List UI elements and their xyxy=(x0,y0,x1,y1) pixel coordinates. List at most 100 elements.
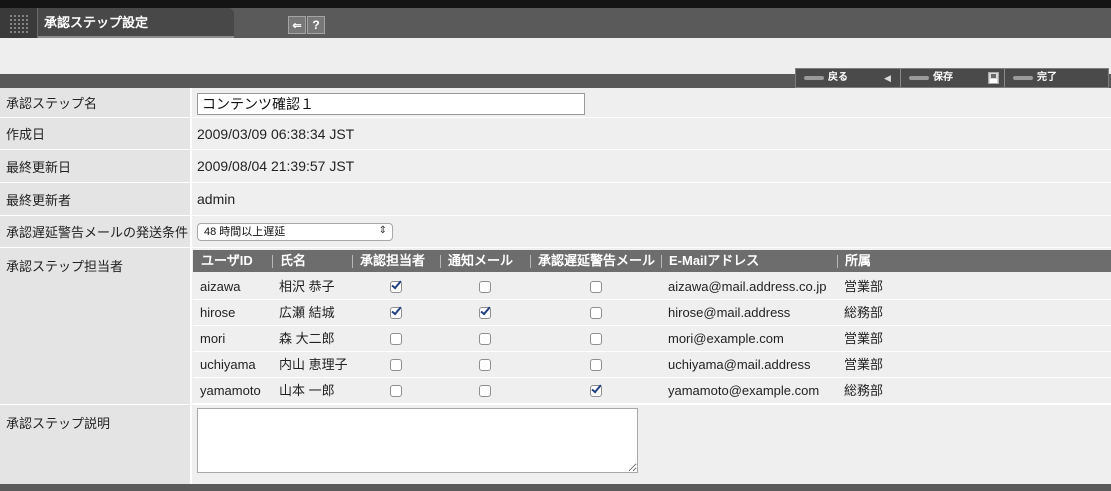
column-header-approver: 承認担当者 xyxy=(352,250,440,272)
updated-by-label: 最終更新者 xyxy=(0,183,190,215)
updated-cell: 2009/08/04 21:39:57 JST xyxy=(192,150,1111,182)
delay-warning-checkbox[interactable] xyxy=(589,382,602,397)
toolbar-buttons: 戻る 保存 完了 xyxy=(795,68,1109,88)
description-label: 承認ステップ説明 xyxy=(0,405,190,484)
back-button[interactable]: 戻る xyxy=(796,69,899,87)
column-header-department: 所属 xyxy=(837,250,1111,272)
step-name-input[interactable] xyxy=(197,93,585,115)
department-cell: 総務部 xyxy=(844,305,884,320)
delay-warning-checkbox[interactable] xyxy=(589,306,602,319)
email-cell: aizawa@mail.address.co.jp xyxy=(668,279,827,294)
save-icon xyxy=(988,72,999,84)
department-cell: 営業部 xyxy=(844,279,884,294)
approver-checkbox[interactable] xyxy=(390,304,402,319)
user-id-cell: mori xyxy=(200,331,226,346)
notify-checkbox[interactable] xyxy=(479,358,491,371)
column-header-email: E-Mailアドレス xyxy=(661,250,837,272)
notify-checkbox[interactable] xyxy=(479,304,491,319)
bottom-bar xyxy=(0,484,1111,491)
top-edge xyxy=(0,0,1111,8)
column-header-user-id: ユーザID xyxy=(201,253,253,268)
updated-by-cell: admin xyxy=(192,183,1111,215)
department-cell: 営業部 xyxy=(844,331,884,346)
created-value: 2009/03/09 06:38:34 JST xyxy=(197,125,355,142)
updated-label: 最終更新日 xyxy=(0,150,190,182)
notify-checkbox[interactable] xyxy=(479,332,491,345)
row-updated-by: 最終更新者 admin xyxy=(0,183,1111,215)
check-icon xyxy=(391,278,402,289)
email-cell: yamamoto@example.com xyxy=(668,383,820,398)
approver-checkbox[interactable] xyxy=(390,358,402,371)
save-button-label: 保存 xyxy=(933,72,953,83)
description-cell xyxy=(192,405,1111,484)
delay-condition-select[interactable]: 48 時間以上遅延 xyxy=(197,223,393,241)
created-cell: 2009/03/09 06:38:34 JST xyxy=(192,118,1111,149)
email-cell: hirose@mail.address xyxy=(668,305,791,320)
done-button[interactable]: 完了 xyxy=(1004,69,1107,87)
user-id-cell: yamamoto xyxy=(200,383,261,398)
department-cell: 営業部 xyxy=(844,357,884,372)
button-bar-icon xyxy=(804,76,824,80)
department-cell: 総務部 xyxy=(844,383,884,398)
column-header-notify: 通知メール xyxy=(440,250,530,272)
step-form: 承認ステップ名 作成日 2009/03/09 06:38:34 JST 最終更新… xyxy=(0,88,1111,484)
email-cell: mori@example.com xyxy=(668,331,784,346)
name-cell: 相沢 恭子 xyxy=(279,279,335,294)
button-bar-icon xyxy=(909,76,929,80)
check-icon xyxy=(480,304,491,315)
notify-checkbox[interactable] xyxy=(479,280,491,293)
step-name-cell xyxy=(192,88,1111,117)
help-icon[interactable] xyxy=(307,16,325,34)
updated-by-value: admin xyxy=(197,191,236,207)
row-updated: 最終更新日 2009/08/04 21:39:57 JST xyxy=(0,150,1111,182)
delay-condition-cell: 48 時間以上遅延 xyxy=(192,216,1111,247)
user-id-cell: aizawa xyxy=(200,279,241,294)
assignee-table: ユーザID 氏名 承認担当者 通知メール 承認遅延警告メール E-Mailアドレ… xyxy=(193,250,1111,404)
name-cell: 広瀬 結城 xyxy=(279,305,335,320)
page-title: 承認ステップ設定 xyxy=(44,15,149,30)
delay-warning-checkbox[interactable] xyxy=(589,280,602,293)
description-textarea[interactable] xyxy=(197,408,638,473)
assignee-row: uchiyama 内山 恵理子 uchiyama@mail.address 営業… xyxy=(193,352,1111,378)
title-tab: 承認ステップ設定 xyxy=(0,8,234,38)
grid-icon[interactable] xyxy=(0,8,38,38)
updated-value: 2009/08/04 21:39:57 JST xyxy=(197,158,355,174)
row-step-name: 承認ステップ名 xyxy=(0,88,1111,117)
notify-checkbox[interactable] xyxy=(479,384,491,397)
approver-checkbox[interactable] xyxy=(390,384,402,397)
back-arrow-icon xyxy=(884,69,891,87)
delay-warning-checkbox[interactable] xyxy=(589,358,602,371)
delay-condition-label: 承認遅延警告メールの発送条件 xyxy=(0,216,190,247)
row-created: 作成日 2009/03/09 06:38:34 JST xyxy=(0,118,1111,149)
back-button-label: 戻る xyxy=(828,72,848,83)
assignee-table-header: ユーザID 氏名 承認担当者 通知メール 承認遅延警告メール E-Mailアドレ… xyxy=(193,250,1111,272)
assignee-row: aizawa 相沢 恭子 aizawa@mail.address.co.jp 営… xyxy=(193,274,1111,300)
assignees-label: 承認ステップ担当者 xyxy=(0,248,190,404)
save-button[interactable]: 保存 xyxy=(900,69,1003,87)
row-description: 承認ステップ説明 xyxy=(0,405,1111,484)
row-delay-condition: 承認遅延警告メールの発送条件 48 時間以上遅延 xyxy=(0,216,1111,247)
check-icon xyxy=(590,382,602,393)
user-id-cell: uchiyama xyxy=(200,357,256,372)
step-name-label: 承認ステップ名 xyxy=(0,88,190,117)
assignees-cell: ユーザID 氏名 承認担当者 通知メール 承認遅延警告メール E-Mailアドレ… xyxy=(192,248,1111,404)
assignee-row: hirose 広瀬 結城 hirose@mail.address 総務部 xyxy=(193,300,1111,326)
column-header-delay-warning: 承認遅延警告メール xyxy=(530,250,661,272)
grid-dots xyxy=(9,14,29,33)
delay-warning-checkbox[interactable] xyxy=(589,332,602,345)
done-button-label: 完了 xyxy=(1037,72,1057,83)
email-cell: uchiyama@mail.address xyxy=(668,357,811,372)
approver-checkbox[interactable] xyxy=(390,332,402,345)
user-id-cell: hirose xyxy=(200,305,236,320)
name-cell: 内山 恵理子 xyxy=(279,357,348,372)
approver-checkbox[interactable] xyxy=(390,278,402,293)
row-assignees: 承認ステップ担当者 ユーザID 氏名 承認担当者 通知メール 承認遅延警告メール… xyxy=(0,248,1111,404)
back-icon[interactable] xyxy=(288,16,306,34)
check-icon xyxy=(391,304,402,315)
assignee-row: mori 森 大二郎 mori@example.com 営業部 xyxy=(193,326,1111,352)
column-header-name: 氏名 xyxy=(272,250,352,272)
name-cell: 森 大二郎 xyxy=(279,331,335,346)
header-bar: 承認ステップ設定 xyxy=(0,8,1111,38)
created-label: 作成日 xyxy=(0,118,190,149)
name-cell: 山本 一郎 xyxy=(279,383,335,398)
